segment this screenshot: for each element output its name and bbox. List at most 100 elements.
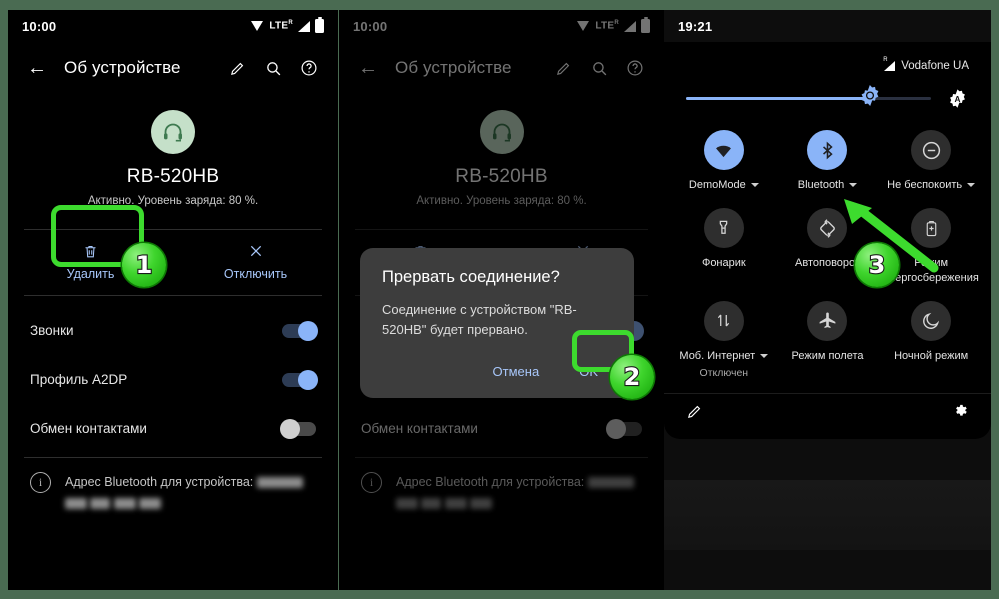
setting-label: Звонки — [30, 323, 74, 338]
tile-label: Режим полета — [791, 349, 864, 362]
tile-do-not-disturb[interactable]: Не беспокоить — [879, 130, 983, 192]
carrier-name: Vodafone UA — [901, 60, 969, 72]
status-bar-1: 10:00 LTER — [8, 10, 338, 42]
quick-settings-panel: R Vodafone UA A DemoMode Bluetooth Не бе… — [664, 42, 991, 440]
brightness-fill — [686, 96, 870, 100]
calls-toggle[interactable] — [282, 320, 318, 341]
tile-flashlight[interactable]: Фонарик — [672, 208, 776, 285]
redacted-value — [421, 497, 442, 509]
headset-icon — [479, 110, 524, 154]
tile-mobile-data[interactable]: Моб. Интернет Отключен — [672, 300, 776, 380]
tile-label: Моб. Интернет — [679, 349, 756, 362]
tile-bluetooth[interactable]: Bluetooth — [776, 130, 880, 192]
setting-row[interactable]: Обмен контактами — [8, 404, 338, 453]
tile-label: DemoMode — [688, 179, 746, 191]
mobile-data-icon — [703, 300, 744, 341]
dialog-title: Прервать соединение? — [382, 268, 560, 286]
cancel-button[interactable]: Отмена — [479, 357, 554, 386]
page-title: Об устройстве — [395, 58, 512, 77]
setting-row[interactable]: Профиль A2DP — [8, 355, 338, 404]
pencil-icon[interactable] — [546, 51, 580, 85]
do-not-disturb-icon — [911, 130, 952, 170]
device-name: RB-520HB — [126, 166, 220, 187]
delete-label: Удалить — [66, 267, 115, 281]
device-name: RB-520HB — [455, 166, 548, 187]
setting-label: Профиль A2DP — [30, 372, 128, 387]
signal-icon: R — [883, 57, 896, 71]
redacted-value — [90, 497, 111, 509]
status-bar-2: 10:00 LTER — [339, 10, 664, 42]
tile-label: Фонарик — [701, 257, 746, 270]
contacts-sharing-toggle[interactable] — [280, 418, 316, 439]
arrow-left-icon[interactable]: ← — [20, 51, 54, 85]
tile-airplane-mode[interactable]: Режим полета — [776, 300, 880, 379]
chevron-down-icon[interactable] — [750, 183, 759, 188]
signal-icon — [298, 20, 310, 32]
carrier-row: R Vodafone UA — [664, 42, 991, 72]
pencil-icon[interactable] — [686, 403, 703, 425]
pencil-icon[interactable] — [220, 51, 254, 85]
app-bar-1: ← Об устройстве — [8, 42, 338, 94]
bluetooth-address-text: Адрес Bluetooth для устройства: — [396, 472, 634, 513]
help-circle-icon[interactable] — [618, 51, 652, 85]
search-icon[interactable] — [256, 51, 290, 85]
svg-text:A: A — [954, 94, 960, 104]
redacted-value — [396, 497, 418, 509]
contacts-sharing-toggle[interactable] — [606, 418, 642, 439]
tile-label: Ночной режим — [894, 349, 969, 362]
chevron-down-icon[interactable] — [967, 183, 976, 188]
chevron-down-icon[interactable] — [849, 183, 858, 188]
auto-brightness-icon[interactable]: A — [945, 86, 969, 110]
device-status: Активно. Уровень заряда: 80 %. — [416, 195, 587, 207]
battery-icon — [315, 17, 324, 33]
brightness-slider[interactable] — [686, 85, 931, 106]
step-badge-3: 3 — [855, 243, 899, 287]
gear-icon[interactable] — [951, 402, 969, 425]
phone-screen-2: 10:00 LTER ← Об устройстве RB-520HB Акти… — [339, 10, 664, 590]
status-icons: LTER — [251, 17, 324, 33]
search-icon[interactable] — [582, 51, 616, 85]
phone-screen-3: 19:21 R Vodafone UA A DemoMode Bluetooth… — [664, 10, 991, 590]
wifi-icon — [577, 21, 590, 31]
airplane-icon — [807, 300, 848, 341]
status-time: 10:00 — [353, 18, 388, 34]
redacted-value — [444, 497, 467, 509]
redacted-value — [65, 497, 87, 509]
quick-settings-footer — [664, 393, 991, 429]
disconnect-label: Отключить — [223, 267, 288, 281]
setting-row[interactable]: Обмен контактами — [339, 404, 664, 453]
quick-settings-tiles: DemoMode Bluetooth Не беспокоить Фонарик… — [664, 116, 991, 385]
wifi-icon — [703, 130, 744, 170]
battery-icon — [641, 17, 650, 33]
info-icon: i — [30, 472, 51, 493]
close-icon — [248, 242, 264, 260]
step-badge-1: 1 — [122, 243, 166, 287]
disconnect-button[interactable]: Отключить — [173, 242, 338, 281]
status-bar-3: 19:21 — [664, 10, 991, 42]
tile-demomode[interactable]: DemoMode — [672, 130, 776, 192]
tile-sublabel: Отключен — [699, 367, 749, 380]
status-time: 19:21 — [678, 18, 713, 34]
notification-shade-area — [664, 480, 991, 550]
tile-label: Не беспокоить — [887, 179, 963, 191]
settings-list-1: Звонки Профиль A2DP Обмен контактами — [8, 296, 338, 453]
tile-label: Bluetooth — [797, 179, 845, 191]
arrow-left-icon[interactable]: ← — [351, 51, 385, 85]
disconnect-dialog: Прервать соединение? Соединение с устрой… — [360, 248, 634, 398]
info-icon: i — [361, 472, 382, 493]
lte-icon: LTER — [269, 20, 293, 32]
a2dp-toggle[interactable] — [282, 369, 318, 390]
lte-icon: LTER — [595, 20, 619, 32]
signal-icon — [624, 20, 636, 32]
brightness-knob[interactable] — [859, 85, 881, 112]
tile-night-mode[interactable]: Ночной режим — [879, 300, 983, 379]
bluetooth-address-info-2: i Адрес Bluetooth для устройства: — [339, 458, 664, 513]
bluetooth-icon — [807, 130, 848, 170]
help-circle-icon[interactable] — [292, 51, 326, 85]
redacted-value — [113, 497, 136, 509]
chevron-down-icon[interactable] — [760, 354, 769, 359]
setting-label: Обмен контактами — [30, 421, 147, 436]
moon-icon — [911, 300, 952, 341]
setting-row[interactable]: Звонки — [8, 306, 338, 355]
status-time: 10:00 — [22, 18, 57, 34]
